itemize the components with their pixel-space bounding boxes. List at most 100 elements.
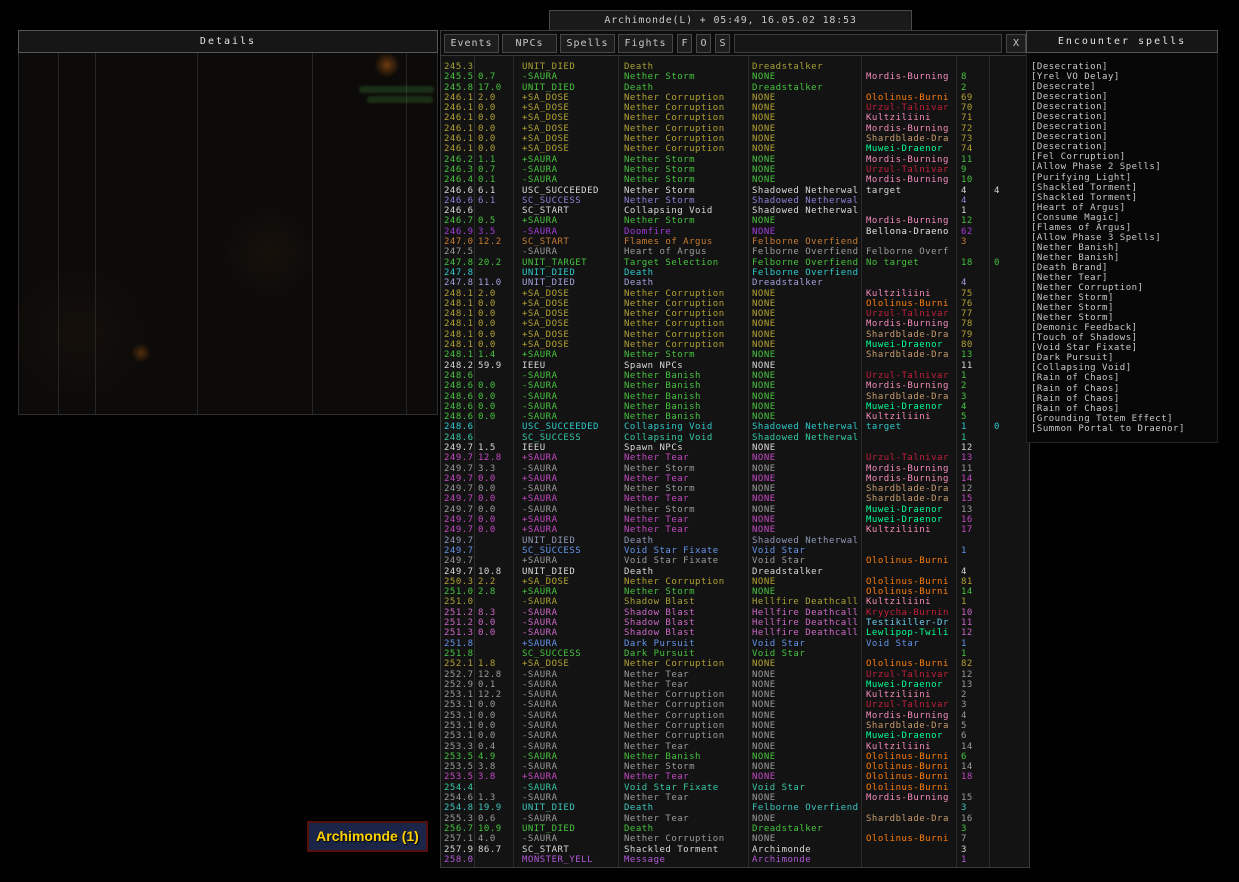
close-button[interactable]: X	[1006, 34, 1026, 53]
event-row[interactable]: 248.6SC_SUCCESSCollapsing VoidShadowed N…	[441, 433, 1029, 443]
event-row[interactable]: 249.70.0+SAURANether TearNONEKultziliini…	[441, 525, 1029, 535]
event-row[interactable]: 251.20.0-SAURAShadow BlastHellfire Death…	[441, 618, 1029, 628]
event-row[interactable]: 249.712.8+SAURANether TearNONEUrzul-Taln…	[441, 453, 1029, 463]
tab-npcs[interactable]: NPCs	[502, 34, 557, 53]
event-row[interactable]: 253.112.2-SAURANether CorruptionNONEKult…	[441, 690, 1029, 700]
encounter-spell-item[interactable]: [Heart of Argus]	[1031, 203, 1217, 213]
encounter-spell-item[interactable]: [Shackled Torment]	[1031, 183, 1217, 193]
encounter-spell-item[interactable]: [Rain of Chaos]	[1031, 384, 1217, 394]
event-row[interactable]: 249.70.0+SAURANether TearNONEShardblade-…	[441, 494, 1029, 504]
event-row[interactable]: 248.60.0-SAURANether BanishNONEMuwei-Dra…	[441, 402, 1029, 412]
event-row[interactable]: 257.986.7SC_STARTShackled TormentArchimo…	[441, 845, 1029, 855]
event-row[interactable]: 246.10.0+SA_DOSENether CorruptionNONEKul…	[441, 113, 1029, 123]
event-row[interactable]: 246.70.5+SAURANether StormNONEMordis-Bur…	[441, 216, 1029, 226]
event-row[interactable]: 246.10.0+SA_DOSENether CorruptionNONESha…	[441, 134, 1029, 144]
filter-o-button[interactable]: O	[696, 34, 711, 53]
encounter-spell-item[interactable]: [Nether Banish]	[1031, 243, 1217, 253]
event-row[interactable]: 249.710.8UNIT_DIEDDeathDreadstalker4	[441, 567, 1029, 577]
event-row[interactable]: 249.70.0+SAURANether TearNONEMuwei-Draen…	[441, 515, 1029, 525]
encounter-spell-item[interactable]: [Desecrate]	[1031, 82, 1217, 92]
encounter-spell-item[interactable]: [Rain of Chaos]	[1031, 373, 1217, 383]
encounter-spell-item[interactable]: [Grounding Totem Effect]	[1031, 414, 1217, 424]
event-row[interactable]: 246.12.0+SA_DOSENether CorruptionNONEOlo…	[441, 93, 1029, 103]
encounter-spell-item[interactable]: [Desecration]	[1031, 102, 1217, 112]
event-row[interactable]: 249.73.3-SAURANether StormNONEMordis-Bur…	[441, 464, 1029, 474]
event-row[interactable]: 250.32.2+SA_DOSENether CorruptionNONEOlo…	[441, 577, 1029, 587]
event-row[interactable]: 246.93.5-SAURADoomfireNONEBellona-Draeno…	[441, 227, 1029, 237]
event-row[interactable]: 247.820.2UNIT_TARGETTarget SelectionFelb…	[441, 258, 1029, 268]
event-row[interactable]: 248.10.0+SA_DOSENether CorruptionNONEOlo…	[441, 299, 1029, 309]
event-row[interactable]: 248.6USC_SUCCEEDEDCollapsing VoidShadowe…	[441, 422, 1029, 432]
encounter-spell-item[interactable]: [Nether Storm]	[1031, 303, 1217, 313]
encounter-spell-item[interactable]: [Nether Corruption]	[1031, 283, 1217, 293]
encounter-spell-item[interactable]: [Demonic Feedback]	[1031, 323, 1217, 333]
encounter-spell-item[interactable]: [Dark Pursuit]	[1031, 353, 1217, 363]
event-row[interactable]: 253.53.8+SAURANether TearNONEOlolinus-Bu…	[441, 772, 1029, 782]
tab-fights[interactable]: Fights	[618, 34, 673, 53]
event-row[interactable]: 248.60.0-SAURANether BanishNONEShardblad…	[441, 392, 1029, 402]
event-row[interactable]: 248.10.0+SA_DOSENether CorruptionNONEMuw…	[441, 340, 1029, 350]
event-row[interactable]: 246.30.7-SAURANether StormNONEUrzul-Taln…	[441, 165, 1029, 175]
encounter-spell-item[interactable]: [Desecration]	[1031, 62, 1217, 72]
event-row[interactable]: 248.60.0-SAURANether BanishNONEMordis-Bu…	[441, 381, 1029, 391]
event-row[interactable]: 248.10.0+SA_DOSENether CorruptionNONESha…	[441, 330, 1029, 340]
encounter-spell-item[interactable]: [Void Star Fixate]	[1031, 343, 1217, 353]
event-row[interactable]: 248.6-SAURANether BanishNONEUrzul-Talniv…	[441, 371, 1029, 381]
tab-spells[interactable]: Spells	[560, 34, 615, 53]
encounter-spell-item[interactable]: [Consume Magic]	[1031, 213, 1217, 223]
encounter-spell-item[interactable]: [Desecration]	[1031, 112, 1217, 122]
encounter-spell-item[interactable]: [Death Brand]	[1031, 263, 1217, 273]
filter-s-button[interactable]: S	[715, 34, 730, 53]
fight-selector-button[interactable]: Archimonde (1)	[307, 821, 428, 852]
event-row[interactable]: 247.012.2SC_STARTFlames of ArgusFelborne…	[441, 237, 1029, 247]
event-row[interactable]: 258.0MONSTER_YELLMessageArchimonde1	[441, 855, 1029, 865]
event-row[interactable]: 248.12.0+SA_DOSENether CorruptionNONEKul…	[441, 289, 1029, 299]
event-row[interactable]: 246.40.1-SAURANether StormNONEMordis-Bur…	[441, 175, 1029, 185]
encounter-spell-item[interactable]: [Allow Phase 2 Spells]	[1031, 162, 1217, 172]
event-row[interactable]: 254.61.3-SAURANether TearNONEMordis-Burn…	[441, 793, 1029, 803]
event-row[interactable]: 253.10.0-SAURANether CorruptionNONEUrzul…	[441, 700, 1029, 710]
event-row[interactable]: 257.14.0-SAURANether CorruptionNONEOloli…	[441, 834, 1029, 844]
event-row[interactable]: 245.3UNIT_DIEDDeathDreadstalker	[441, 62, 1029, 72]
encounter-spell-item[interactable]: [Nether Storm]	[1031, 293, 1217, 303]
event-row[interactable]: 251.30.0-SAURAShadow BlastHellfire Death…	[441, 628, 1029, 638]
event-row[interactable]: 253.30.4-SAURANether TearNONEKultziliini…	[441, 742, 1029, 752]
event-row[interactable]: 253.10.0-SAURANether CorruptionNONEMuwei…	[441, 731, 1029, 741]
filter-input[interactable]	[734, 34, 1002, 53]
event-row[interactable]: 246.6SC_STARTCollapsing VoidShadowed Net…	[441, 206, 1029, 216]
encounter-spell-item[interactable]: [Summon Portal to Draenor]	[1031, 424, 1217, 434]
event-row[interactable]: 251.02.8+SAURANether StormNONEOlolinus-B…	[441, 587, 1029, 597]
event-row[interactable]: 248.10.0+SA_DOSENether CorruptionNONEUrz…	[441, 309, 1029, 319]
event-row[interactable]: 251.0-SAURAShadow BlastHellfire Deathcal…	[441, 597, 1029, 607]
encounter-spell-item[interactable]: [Fel Corruption]	[1031, 152, 1217, 162]
encounter-spell-item[interactable]: [Flames of Argus]	[1031, 223, 1217, 233]
encounter-spell-item[interactable]: [Desecration]	[1031, 92, 1217, 102]
event-row[interactable]: 249.70.0-SAURANether StormNONEMuwei-Drae…	[441, 505, 1029, 515]
event-row[interactable]: 251.8+SAURADark PursuitVoid StarVoid Sta…	[441, 639, 1029, 649]
event-row[interactable]: 247.8UNIT_DIEDDeathFelborne Overfiend	[441, 268, 1029, 278]
event-row[interactable]: 246.21.1+SAURANether StormNONEMordis-Bur…	[441, 155, 1029, 165]
filter-f-button[interactable]: F	[677, 34, 692, 53]
event-row[interactable]: 252.11.8+SA_DOSENether CorruptionNONEOlo…	[441, 659, 1029, 669]
encounter-spell-item[interactable]: [Nether Banish]	[1031, 253, 1217, 263]
encounter-spell-item[interactable]: [Desecration]	[1031, 132, 1217, 142]
encounter-spell-item[interactable]: [Nether Storm]	[1031, 313, 1217, 323]
event-row[interactable]: 248.259.9IEEUSpawn NPCsNONE11	[441, 361, 1029, 371]
event-row[interactable]: 246.10.0+SA_DOSENether CorruptionNONEMor…	[441, 124, 1029, 134]
event-row[interactable]: 246.66.1SC_SUCCESSNether StormShadowed N…	[441, 196, 1029, 206]
event-row[interactable]: 247.811.0UNIT_DIEDDeathDreadstalker4	[441, 278, 1029, 288]
event-row[interactable]: 252.712.8-SAURANether TearNONEUrzul-Taln…	[441, 670, 1029, 680]
event-row[interactable]: 247.5-SAURAHeart of ArgusFelborne Overfi…	[441, 247, 1029, 257]
event-row[interactable]: 249.71.5IEEUSpawn NPCsNONE12	[441, 443, 1029, 453]
event-row[interactable]: 249.7UNIT_DIEDDeathShadowed Netherwal	[441, 536, 1029, 546]
event-row[interactable]: 253.10.0-SAURANether CorruptionNONEShard…	[441, 721, 1029, 731]
event-row[interactable]: 246.66.1USC_SUCCEEDEDNether StormShadowe…	[441, 186, 1029, 196]
event-row[interactable]: 249.7+SAURAVoid Star FixateVoid StarOlol…	[441, 556, 1029, 566]
event-row[interactable]: 253.54.9-SAURANether BanishNONEOlolinus-…	[441, 752, 1029, 762]
event-row[interactable]: 251.28.3-SAURAShadow BlastHellfire Death…	[441, 608, 1029, 618]
event-row[interactable]: 256.710.9UNIT_DIEDDeathDreadstalker3	[441, 824, 1029, 834]
event-row[interactable]: 246.10.0+SA_DOSENether CorruptionNONEMuw…	[441, 144, 1029, 154]
event-row[interactable]: 245.50.7-SAURANether StormNONEMordis-Bur…	[441, 72, 1029, 82]
event-row[interactable]: 253.53.8-SAURANether StormNONEOlolinus-B…	[441, 762, 1029, 772]
encounter-spell-item[interactable]: [Rain of Chaos]	[1031, 404, 1217, 414]
